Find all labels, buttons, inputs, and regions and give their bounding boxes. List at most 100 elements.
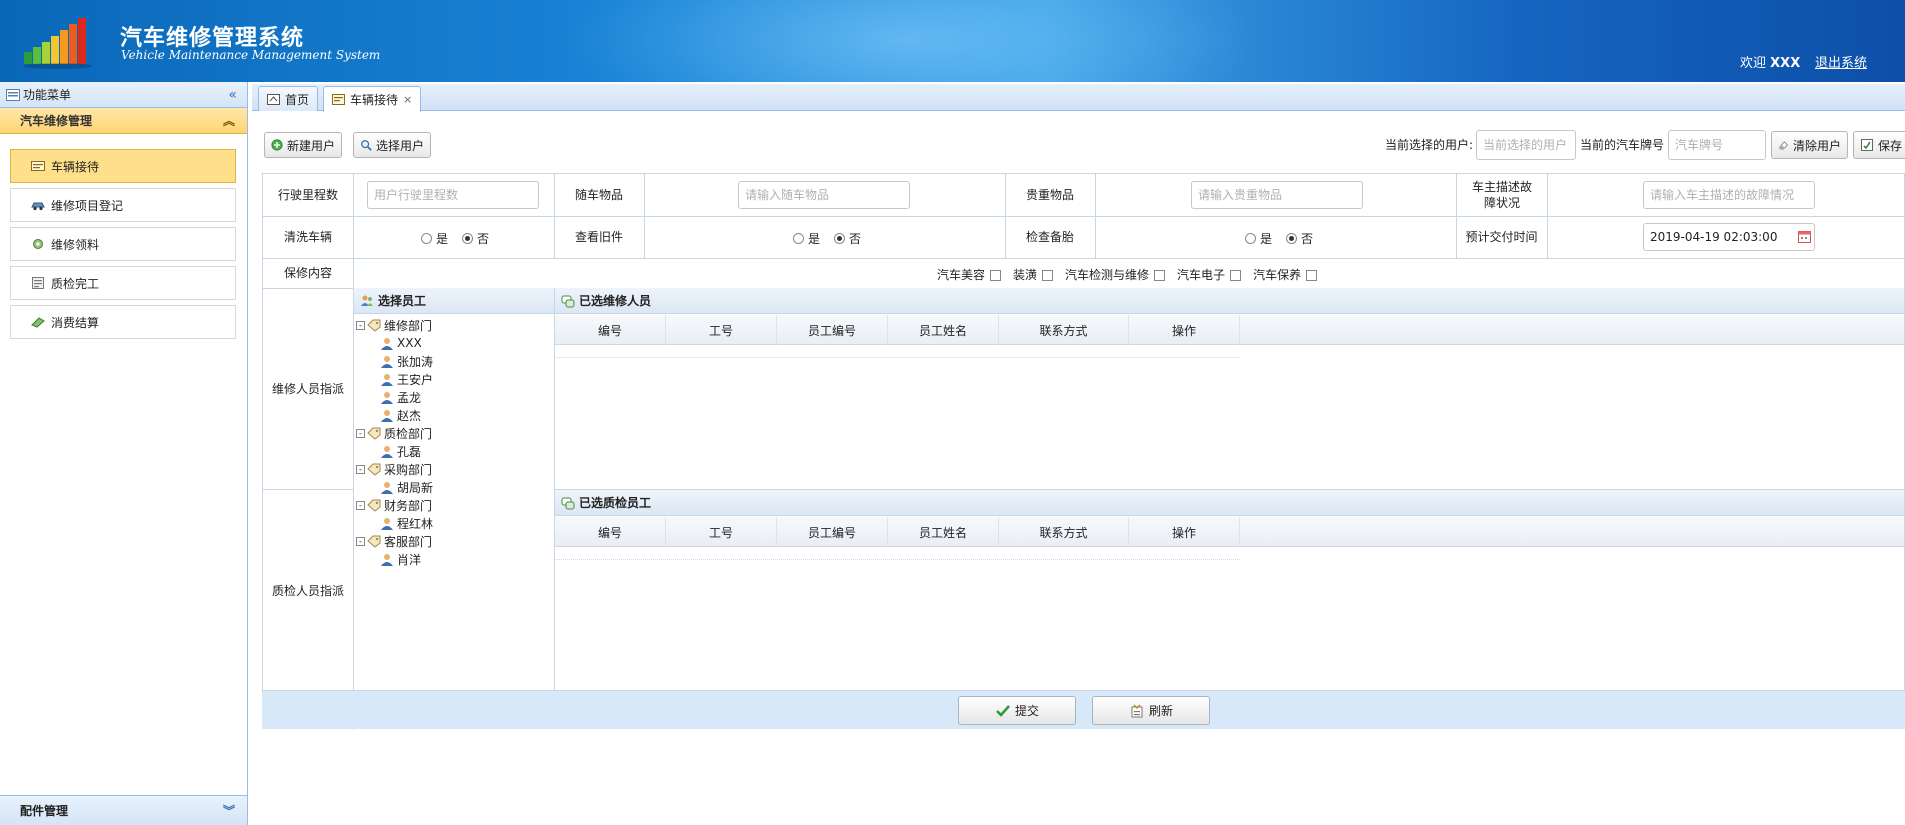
car-icon: [31, 202, 45, 211]
tree-department[interactable]: - 财务部门: [356, 496, 432, 514]
sidebar-item-inspection[interactable]: 质检完工: [10, 266, 236, 300]
logout-link[interactable]: 退出系统: [1815, 52, 1867, 71]
spare-tire-yes-option[interactable]: 是: [1245, 230, 1272, 247]
sidebar-item-settlement[interactable]: 消费结算: [10, 305, 236, 339]
column-header[interactable]: 员工姓名: [888, 517, 999, 547]
column-header[interactable]: 员工姓名: [888, 315, 999, 345]
refresh-button[interactable]: 刷新: [1092, 696, 1210, 725]
collapse-toggle-icon[interactable]: -: [356, 320, 365, 330]
plate-number-field[interactable]: [1668, 130, 1766, 160]
tree-employee[interactable]: 肖洋: [380, 550, 421, 568]
valuables-input[interactable]: [1191, 181, 1363, 209]
current-user-field[interactable]: [1476, 130, 1576, 160]
sidebar-group-maintenance[interactable]: 汽车维修管理 ︽: [0, 108, 247, 134]
yes-label: 是: [808, 232, 821, 246]
employee-tree-title: 选择员工: [378, 294, 427, 308]
select-user-button[interactable]: 选择用户: [353, 132, 431, 158]
column-header[interactable]: 编号: [555, 517, 666, 547]
tag-icon: [367, 427, 381, 440]
sidebar-group-parts[interactable]: 配件管理 ︾: [0, 795, 247, 825]
checkbox[interactable]: [990, 270, 1002, 281]
tree-employee[interactable]: 孔磊: [380, 442, 421, 460]
warranty-option-decoration[interactable]: 装潢: [1013, 266, 1054, 283]
tab-home[interactable]: 首页: [258, 86, 319, 111]
spare-tire-no-option[interactable]: 否: [1286, 230, 1313, 247]
warranty-option-beauty[interactable]: 汽车美容: [937, 266, 1002, 283]
sidebar-item-repair-register[interactable]: 维修项目登记: [10, 188, 236, 222]
sidebar-item-reception[interactable]: 车辆接待: [10, 149, 236, 183]
old-parts-no-option[interactable]: 否: [834, 230, 861, 247]
tree-employee[interactable]: 胡局新: [380, 478, 433, 496]
new-user-button[interactable]: 新建用户: [264, 132, 342, 158]
tree-department[interactable]: - 客服部门: [356, 532, 432, 550]
person-icon: [381, 373, 393, 386]
column-header[interactable]: 工号: [666, 315, 777, 345]
chevron-up-icon[interactable]: ︽: [223, 112, 235, 129]
radio-button[interactable]: [834, 233, 846, 244]
fault-input[interactable]: [1643, 181, 1815, 209]
tree-employee[interactable]: 孟龙: [380, 388, 421, 406]
checkbox[interactable]: [1154, 270, 1166, 281]
delivery-time-input[interactable]: [1643, 223, 1815, 251]
chevron-down-icon[interactable]: ︾: [223, 802, 235, 819]
radio-button[interactable]: [1286, 233, 1298, 244]
belongings-input[interactable]: [738, 181, 910, 209]
qc-panel-title: 已选质检员工: [579, 496, 652, 510]
column-header[interactable]: 工号: [666, 517, 777, 547]
tag-icon: [367, 319, 381, 332]
tree-employee[interactable]: 程红林: [380, 514, 433, 532]
close-tab-icon[interactable]: ×: [403, 93, 412, 106]
radio-button[interactable]: [793, 233, 804, 244]
warranty-option-detect-repair[interactable]: 汽车检测与维修: [1065, 266, 1166, 283]
employee-name: 王安户: [397, 372, 434, 387]
radio-button[interactable]: [462, 233, 474, 244]
radio-button[interactable]: [1245, 233, 1256, 244]
collapse-toggle-icon[interactable]: -: [356, 500, 365, 510]
sidebar-item-label: 维修项目登记: [51, 198, 124, 213]
save-button[interactable]: 保存: [1853, 131, 1905, 159]
column-header[interactable]: 联系方式: [999, 315, 1129, 345]
users-icon: [361, 295, 373, 306]
tree-employee[interactable]: XXX: [380, 334, 422, 352]
wash-no-option[interactable]: 否: [462, 230, 489, 247]
tree-department[interactable]: - 采购部门: [356, 460, 432, 478]
collapse-toggle-icon[interactable]: -: [356, 428, 365, 438]
app-subtitle: Vehicle Maintenance Management System: [121, 48, 381, 62]
mileage-input[interactable]: [367, 181, 539, 209]
column-header[interactable]: 联系方式: [999, 517, 1129, 547]
department-name: 维修部门: [384, 318, 433, 333]
warranty-option-electronics[interactable]: 汽车电子: [1177, 266, 1242, 283]
collapse-sidebar-icon[interactable]: «: [228, 87, 237, 103]
column-header[interactable]: 编号: [555, 315, 666, 345]
sidebar-item-parts-requisition[interactable]: 维修领料: [10, 227, 236, 261]
wash-yes-option[interactable]: 是: [421, 230, 448, 247]
tree-employee[interactable]: 张加涛: [380, 352, 433, 370]
collapse-toggle-icon[interactable]: -: [356, 464, 365, 474]
chat-users-icon: [561, 497, 575, 509]
column-header[interactable]: 员工编号: [777, 315, 888, 345]
radio-button[interactable]: [421, 233, 432, 244]
column-header[interactable]: 员工编号: [777, 517, 888, 547]
tab-vehicle-reception[interactable]: 车辆接待 ×: [323, 86, 422, 112]
tree-employee[interactable]: 王安户: [380, 370, 433, 388]
person-icon: [381, 391, 393, 404]
tree-department[interactable]: - 质检部门: [356, 424, 432, 442]
checkbox[interactable]: [1230, 270, 1242, 281]
checkbox[interactable]: [1306, 270, 1318, 281]
checkbox[interactable]: [1042, 270, 1054, 281]
employee-name: 胡局新: [397, 480, 434, 495]
select-user-label: 选择用户: [375, 138, 424, 153]
calendar-icon[interactable]: [1798, 230, 1811, 243]
tree-employee[interactable]: 赵杰: [380, 406, 421, 424]
clear-user-button[interactable]: 清除用户: [1771, 131, 1848, 159]
current-plate-label: 当前的汽车牌号: [1580, 138, 1665, 152]
tree-department[interactable]: - 维修部门: [356, 316, 432, 334]
department-name: 质检部门: [384, 426, 433, 441]
person-icon: [381, 337, 393, 350]
warranty-option-maintenance[interactable]: 汽车保养: [1253, 266, 1318, 283]
collapse-toggle-icon[interactable]: -: [356, 536, 365, 546]
old-parts-yes-option[interactable]: 是: [793, 230, 820, 247]
column-header[interactable]: 操作: [1129, 315, 1240, 345]
submit-button[interactable]: 提交: [958, 696, 1076, 725]
column-header[interactable]: 操作: [1129, 517, 1240, 547]
